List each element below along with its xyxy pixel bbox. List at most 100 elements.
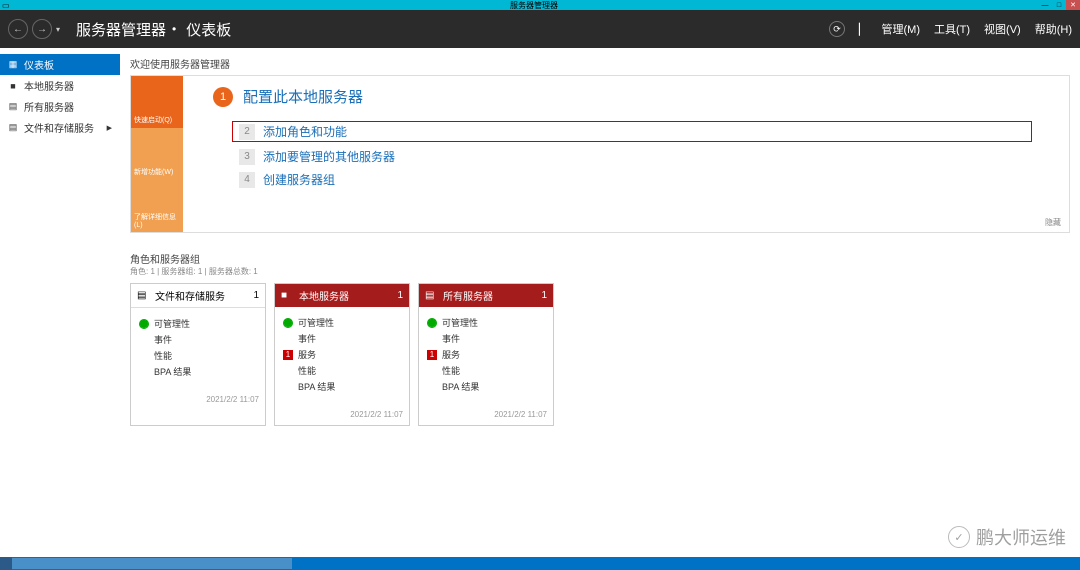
tile-row[interactable]: BPA 结果 <box>283 380 401 393</box>
watermark: ✓ 鹏大师运维 <box>948 524 1066 550</box>
menu-manage[interactable]: 管理(M) <box>882 21 921 37</box>
step-link: 添加角色和功能 <box>263 123 347 140</box>
tile-row[interactable]: 事件 <box>139 333 257 346</box>
nav-forward-button[interactable]: → <box>32 19 52 39</box>
tile-count: 1 <box>397 290 403 301</box>
tab-whats-new[interactable]: 新增功能(W) <box>131 128 183 180</box>
step-add-roles[interactable]: 2 添加角色和功能 <box>232 121 1032 142</box>
tab-quick-start[interactable]: 快速启动(Q) <box>131 76 183 128</box>
sidebar-item-label: 本地服务器 <box>24 78 74 93</box>
tile-row[interactable]: 1 服务 <box>283 348 401 361</box>
dashboard-icon: ▦ <box>8 59 18 70</box>
app-icon: ▭ <box>2 1 10 10</box>
nav-back-button[interactable]: ← <box>8 19 28 39</box>
tile-row-label: 可管理性 <box>298 316 334 329</box>
tile[interactable]: ▤ 文件和存储服务1 ⬤可管理性事件性能 BPA 结果 2021/2/2 11:07 <box>130 283 266 426</box>
header-app-name: 服务器管理器 <box>76 19 166 40</box>
tile-icon: ▤ <box>425 290 439 301</box>
welcome-panel: 快速启动(Q) 新增功能(W) 了解详细信息(L) 1 配置此本地服务器 2 添… <box>130 75 1070 233</box>
tile-count: 1 <box>253 290 259 301</box>
tile-title: 所有服务器 <box>443 288 541 303</box>
status-badge: 1 <box>427 350 437 360</box>
window-title: 服务器管理器 <box>30 0 1038 11</box>
sidebar-item-file-storage[interactable]: ▤ 文件和存储服务 ▶ <box>0 117 120 138</box>
roles-section-title: 角色和服务器组 <box>130 251 1070 266</box>
sidebar-item-label: 文件和存储服务 <box>24 120 94 135</box>
menu-tools[interactable]: 工具(T) <box>934 21 970 37</box>
refresh-icon[interactable]: ⟳ <box>829 21 845 37</box>
status-badge <box>427 366 437 376</box>
tile[interactable]: ■本地服务器1⬤可管理性事件1服务性能BPA 结果2021/2/2 11:07 <box>274 283 410 426</box>
sidebar-item-local-server[interactable]: ■ 本地服务器 <box>0 75 120 96</box>
window-titlebar: ▭ 服务器管理器 — □ ✕ <box>0 0 1080 10</box>
tile-row[interactable]: 性能 <box>139 349 257 362</box>
storage-icon: ▤ <box>8 122 18 133</box>
status-badge <box>139 351 149 361</box>
sidebar-item-all-servers[interactable]: ▤ 所有服务器 <box>0 96 120 117</box>
tile-row-label: 事件 <box>154 333 172 346</box>
tile-icon: ▤ <box>137 290 151 301</box>
step-link: 配置此本地服务器 <box>243 86 363 107</box>
status-badge <box>139 335 149 345</box>
close-button[interactable]: ✕ <box>1066 0 1080 10</box>
status-badge: ⬤ <box>427 318 437 328</box>
tile-row[interactable]: 性能 <box>283 364 401 377</box>
sidebar-item-dashboard[interactable]: ▦ 仪表板 <box>0 54 120 75</box>
roles-section-subtitle: 角色: 1 | 服务器组: 1 | 服务器总数: 1 <box>130 266 1070 277</box>
main-content: 欢迎使用服务器管理器 快速启动(Q) 新增功能(W) 了解详细信息(L) 1 配… <box>120 48 1080 557</box>
sidebar-item-label: 仪表板 <box>24 57 54 72</box>
tile-row-label: 可管理性 <box>442 316 478 329</box>
menu-view[interactable]: 视图(V) <box>984 21 1021 37</box>
tile[interactable]: ▤所有服务器1⬤可管理性事件1服务性能BPA 结果2021/2/2 11:07 <box>418 283 554 426</box>
tile-header[interactable]: ▤ 文件和存储服务1 <box>131 284 265 308</box>
tile-row[interactable]: BPA 结果 <box>139 365 257 378</box>
tile-row[interactable]: 事件 <box>283 332 401 345</box>
tile-timestamp: 2021/2/2 11:07 <box>131 387 265 406</box>
tile-title: 文件和存储服务 <box>155 288 253 303</box>
tile-timestamp: 2021/2/2 11:07 <box>419 402 553 421</box>
tile-header[interactable]: ■ 本地服务器1 <box>275 284 409 307</box>
tab-learn-more[interactable]: 了解详细信息(L) <box>131 180 183 232</box>
menu-help[interactable]: 帮助(H) <box>1035 21 1072 37</box>
tile-header[interactable]: ▤ 所有服务器1 <box>419 284 553 307</box>
tile-row[interactable]: 事件 <box>427 332 545 345</box>
servers-icon: ▤ <box>8 101 18 112</box>
tile-row[interactable]: ⬤ 可管理性 <box>427 316 545 329</box>
step-configure-server[interactable]: 1 配置此本地服务器 <box>213 86 1039 107</box>
status-badge: 1 <box>283 350 293 360</box>
taskbar[interactable] <box>0 557 1080 570</box>
status-badge <box>427 334 437 344</box>
hide-link[interactable]: 隐藏 <box>1045 217 1061 228</box>
tile-icon: ■ <box>281 290 295 301</box>
maximize-button[interactable]: □ <box>1052 0 1066 10</box>
tile-body: ⬤可管理性事件性能 BPA 结果 <box>131 308 265 387</box>
status-badge <box>283 334 293 344</box>
tile-row[interactable]: 1服务 <box>427 348 545 361</box>
status-badge <box>283 382 293 392</box>
step-number-1: 1 <box>213 87 233 107</box>
tile-row-label: 性能 <box>154 349 172 362</box>
watermark-text: 鹏大师运维 <box>976 524 1066 550</box>
tile-body: ⬤ 可管理性事件 1服务性能 BPA 结果 <box>419 307 553 402</box>
minimize-button[interactable]: — <box>1038 0 1052 10</box>
tile-row-label: 事件 <box>298 332 316 345</box>
tile-row[interactable]: BPA 结果 <box>427 380 545 393</box>
step-add-servers[interactable]: 3 添加要管理的其他服务器 <box>239 148 1039 165</box>
tile-row-label: BPA 结果 <box>154 365 191 378</box>
nav-dropdown-icon[interactable]: ▾ <box>56 25 66 34</box>
tile-row-label: 性能 <box>442 364 460 377</box>
tile-timestamp: 2021/2/2 11:07 <box>275 402 409 421</box>
tile-row-label: 服务 <box>298 348 316 361</box>
tile-title: 本地服务器 <box>299 288 397 303</box>
step-create-group[interactable]: 4 创建服务器组 <box>239 171 1039 188</box>
tile-row[interactable]: ⬤可管理性 <box>283 316 401 329</box>
tile-row[interactable]: 性能 <box>427 364 545 377</box>
sidebar-item-label: 所有服务器 <box>24 99 74 114</box>
status-badge <box>427 382 437 392</box>
tile-body: ⬤可管理性事件 1 服务性能 BPA 结果 <box>275 307 409 402</box>
step-link: 添加要管理的其他服务器 <box>263 148 395 165</box>
tile-row[interactable]: ⬤可管理性 <box>139 317 257 330</box>
flag-icon[interactable]: ▏ <box>859 23 867 36</box>
tile-count: 1 <box>541 290 547 301</box>
chevron-right-icon: ▶ <box>107 124 112 132</box>
